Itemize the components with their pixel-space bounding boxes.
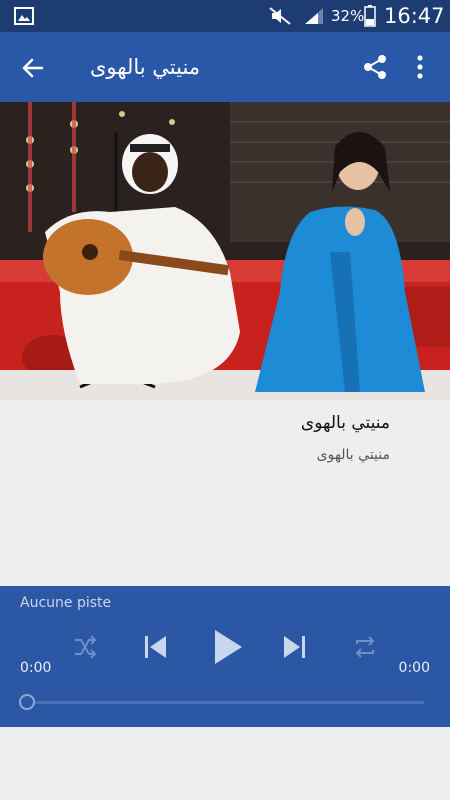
back-arrow-icon bbox=[22, 58, 44, 78]
cover-image bbox=[0, 102, 450, 400]
more-options-button[interactable] bbox=[408, 52, 432, 82]
play-button[interactable] bbox=[212, 628, 244, 670]
back-button[interactable] bbox=[18, 53, 48, 83]
previous-button[interactable] bbox=[142, 634, 168, 664]
previous-icon bbox=[145, 636, 166, 658]
bottom-area bbox=[0, 727, 450, 800]
shuffle-icon bbox=[75, 635, 97, 659]
share-icon bbox=[364, 55, 386, 79]
player-panel: Aucune piste 0:00 0:00 bbox=[0, 586, 450, 727]
next-button[interactable] bbox=[282, 634, 308, 664]
repeat-button[interactable] bbox=[352, 634, 378, 664]
shuffle-button[interactable] bbox=[72, 634, 98, 664]
play-icon bbox=[215, 630, 242, 664]
share-button[interactable] bbox=[360, 52, 390, 82]
battery-icon bbox=[364, 5, 376, 31]
signal-icon bbox=[303, 7, 325, 29]
status-bar: 32% 16:47 bbox=[0, 0, 450, 32]
track-title: منيتي بالهوى bbox=[300, 413, 390, 433]
seek-bar[interactable] bbox=[26, 701, 424, 704]
page-title: منيتي بالهوى bbox=[90, 55, 201, 79]
clock: 16:47 bbox=[384, 4, 445, 28]
more-vert-icon bbox=[417, 55, 423, 79]
seek-thumb[interactable] bbox=[19, 694, 35, 710]
now-playing-label: Aucune piste bbox=[20, 595, 112, 611]
mute-icon bbox=[268, 6, 292, 30]
track-subtitle: منيتي بالهوى bbox=[316, 447, 390, 463]
gallery-icon bbox=[14, 7, 34, 29]
battery-percent: 32% bbox=[331, 7, 365, 25]
app-bar: منيتي بالهوى bbox=[0, 32, 450, 102]
elapsed-time: 0:00 bbox=[20, 660, 52, 676]
total-time: 0:00 bbox=[398, 660, 430, 676]
repeat-icon bbox=[355, 636, 375, 658]
next-icon bbox=[284, 636, 305, 658]
